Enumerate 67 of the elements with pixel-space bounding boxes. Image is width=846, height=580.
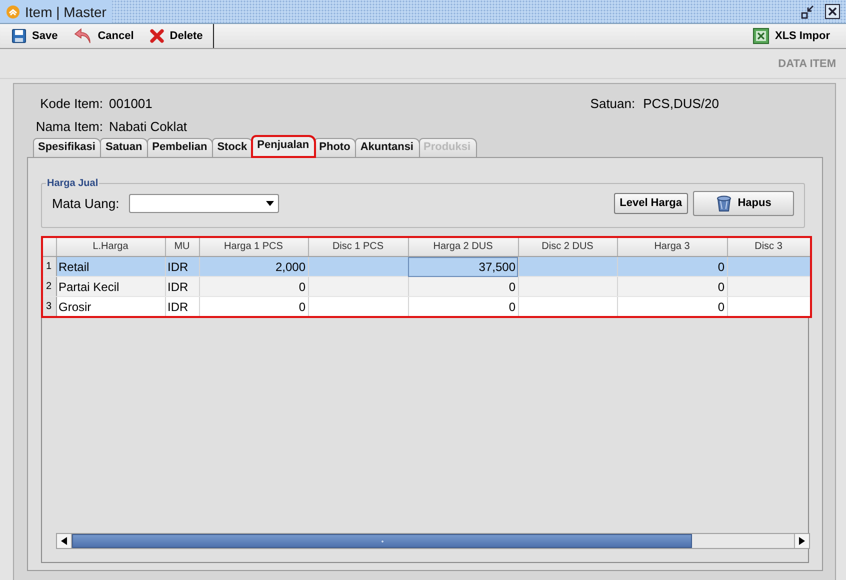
field-label: Nama Item: [34,119,103,134]
horizontal-scrollbar[interactable] [56,533,810,549]
field-label: Satuan: [590,96,636,113]
column-header[interactable]: L.Harga [56,237,165,256]
table-cell[interactable]: IDR [165,276,199,296]
tab[interactable]: Akuntansi [355,138,420,157]
tab[interactable]: Photo [314,138,356,157]
row-number: 1 [42,256,56,276]
toolbar-button[interactable]: Save [6,25,68,47]
toolbar-button[interactable]: Delete [144,25,213,47]
table-cell[interactable]: 0 [617,256,727,276]
window-title: Item | Master [25,4,106,20]
table-cell[interactable]: 0 [199,276,308,296]
toolbar-button[interactable]: Cancel [68,25,144,47]
restore-icon[interactable] [801,4,815,18]
row-number: 2 [42,276,56,296]
table-cell[interactable]: 0 [408,296,518,316]
table-cell[interactable]: IDR [165,296,199,316]
table-cell[interactable]: Partai Kecil [56,276,165,296]
field-value: 001001 [109,96,152,111]
table-cell[interactable]: 0 [617,276,727,296]
close-icon[interactable] [825,4,840,19]
field-value: PCS,DUS/20 [643,96,719,113]
table-cell[interactable] [518,276,617,296]
spreadsheet-icon [752,28,769,44]
table-cell[interactable]: 2,000 [199,256,308,276]
table-cell[interactable]: Retail [56,256,165,276]
table-cell[interactable] [518,256,617,276]
column-header[interactable]: Disc 3 [727,237,810,256]
section-title: DATA ITEM [778,58,836,70]
table-cell[interactable] [308,276,408,296]
column-header[interactable]: MU [165,237,199,256]
table-cell[interactable]: 37,500 [408,256,518,276]
column-header[interactable]: Harga 2 DUS [408,237,518,256]
group-title: Harga Jual [46,178,100,189]
import-button[interactable]: XLS Impor [746,25,840,47]
column-header[interactable]: Harga 3 [617,237,727,256]
delete-x-icon [150,29,164,43]
trash-bin-icon [716,194,732,212]
field-value: Nabati Coklat [109,119,188,134]
tab[interactable]: Spesifikasi [33,138,102,157]
tab[interactable]: Stock [212,138,254,157]
tab[interactable]: Satuan [100,138,148,157]
undo-arrow-icon [74,28,92,44]
table-cell[interactable]: 0 [617,296,727,316]
dropdown-arrow-icon[interactable] [266,200,274,206]
table-cell[interactable] [308,256,408,276]
field-label: Kode Item: [39,96,103,111]
corner-header [42,237,56,256]
table-cell[interactable]: Grosir [56,296,165,316]
column-header[interactable]: Disc 1 PCS [308,237,408,256]
app-icon [6,4,20,18]
tab[interactable]: Pembelian [147,138,214,157]
hapus-button[interactable]: Hapus [693,190,794,216]
field-label: Mata Uang: [52,196,120,210]
table-cell[interactable]: 0 [408,276,518,296]
row-number: 3 [42,296,56,316]
level-harga-button[interactable]: Level Harga [614,192,688,214]
table-cell[interactable]: 0 [199,296,308,316]
table-cell[interactable] [727,276,810,296]
column-header[interactable]: Disc 2 DUS [518,237,617,256]
column-header[interactable]: Harga 1 PCS [199,237,308,256]
table-cell[interactable] [727,256,810,276]
right-arrow-icon[interactable] [799,537,805,545]
table-cell[interactable]: IDR [165,256,199,276]
left-arrow-icon[interactable] [61,537,67,545]
tab[interactable]: Penjualan [252,136,316,157]
